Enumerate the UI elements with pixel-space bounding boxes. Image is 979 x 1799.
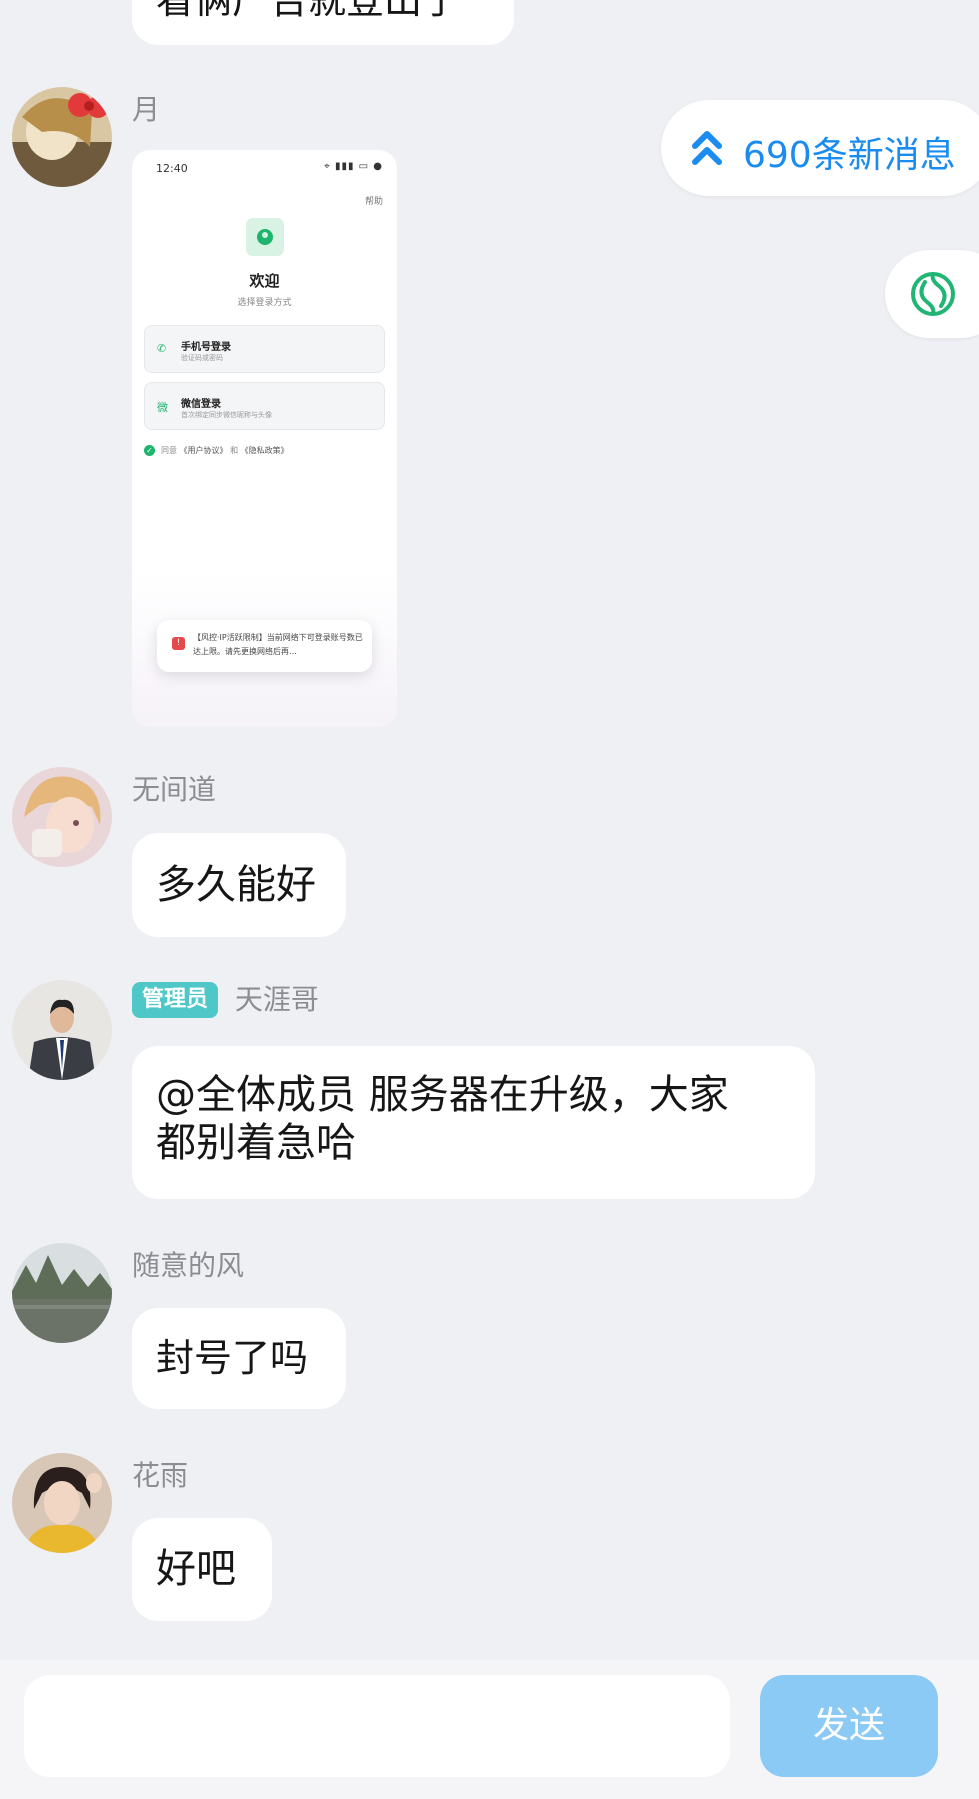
risk-toast: ! 【风控·IP活跃限制】当前网络下可登录账号数已达上限。请先更换网络后再… (157, 620, 372, 672)
sender-name: 月 (132, 93, 161, 126)
warning-icon: ! (172, 637, 185, 650)
phone-icon: ✆ (157, 342, 167, 355)
privacy-policy-link: 《隐私政策》 (240, 446, 289, 455)
app-logo-icon (246, 218, 284, 256)
admin-badge: 管理员 (132, 982, 219, 1018)
option-title: 手机号登录 (181, 342, 231, 353)
double-chevron-up-icon (692, 131, 722, 165)
avatar-image (12, 1453, 112, 1553)
avatar[interactable] (12, 767, 112, 867)
avatar-image (12, 87, 112, 187)
agree-and: 和 (230, 446, 239, 455)
avatar[interactable] (12, 1453, 112, 1553)
input-bar: 发送 (0, 1660, 979, 1799)
toast-text: 【风控·IP活跃限制】当前网络下可登录账号数已达上限。请先更换网络后再… (193, 633, 363, 656)
avatar[interactable] (12, 1243, 112, 1343)
new-messages-button[interactable]: 690条新消息 (661, 100, 979, 196)
option-title: 微信登录 (181, 399, 221, 410)
wechat-icon: 微 (157, 401, 168, 414)
option-subtitle: 首次绑定同步微信昵称与头像 (181, 411, 272, 419)
status-time: 12:40 (156, 162, 188, 175)
avatar[interactable] (12, 87, 112, 187)
option-subtitle: 验证码或密码 (181, 354, 223, 362)
sender-line: 管理员 天涯哥 (132, 982, 319, 1018)
send-button[interactable]: 发送 (760, 1675, 938, 1777)
message-input[interactable] (24, 1675, 730, 1777)
avatar-image (12, 980, 112, 1080)
avatar-image (12, 767, 112, 867)
wechat-login-option: 微 微信登录 首次绑定同步微信昵称与头像 (144, 382, 385, 430)
agree-prefix: 同意 (161, 446, 177, 455)
avatar[interactable] (12, 980, 112, 1080)
message-bubble[interactable]: @全体成员 服务器在升级，大家 都别着急哈 (132, 1046, 815, 1199)
phone-login-option: ✆ 手机号登录 验证码或密码 (144, 325, 385, 373)
sender-name: 花雨 (132, 1459, 189, 1492)
sender-name: 随意的风 (132, 1249, 245, 1282)
ai-assistant-icon (911, 272, 955, 316)
avatar-image (12, 1243, 112, 1343)
help-link: 帮助 (364, 197, 383, 207)
shared-screenshot-image[interactable]: 12:40 ⌖ ▮▮▮ ▭ ● 帮助 欢迎 选择登录方式 ✆ 手机号登录 验证码… (132, 150, 397, 727)
new-messages-label: 690条新消息 (743, 135, 956, 176)
sender-name: 无间道 (132, 773, 217, 806)
status-icons: ⌖ ▮▮▮ ▭ ● (324, 161, 383, 172)
message-bubble[interactable]: 好吧 (132, 1518, 272, 1621)
check-icon: ✓ (144, 445, 155, 456)
ai-assistant-button[interactable] (885, 250, 979, 338)
welcome-subtitle: 选择登录方式 (237, 298, 292, 308)
message-bubble[interactable]: 多久能好 (132, 833, 346, 937)
sender-name: 天涯哥 (234, 983, 319, 1016)
message-bubble[interactable]: 封号了吗 (132, 1308, 346, 1409)
chat-screen: 看俩广告就登出了 月 12:40 ⌖ ▮▮▮ ▭ ● 帮助 欢迎 选择登录方式 … (0, 0, 979, 1799)
user-agreement-link: 《用户协议》 (179, 446, 228, 455)
welcome-title: 欢迎 (249, 272, 280, 290)
agreement-line: ✓ 同意 《用户协议》 和 《隐私政策》 (144, 445, 289, 456)
message-bubble[interactable]: 看俩广告就登出了 (132, 0, 514, 45)
